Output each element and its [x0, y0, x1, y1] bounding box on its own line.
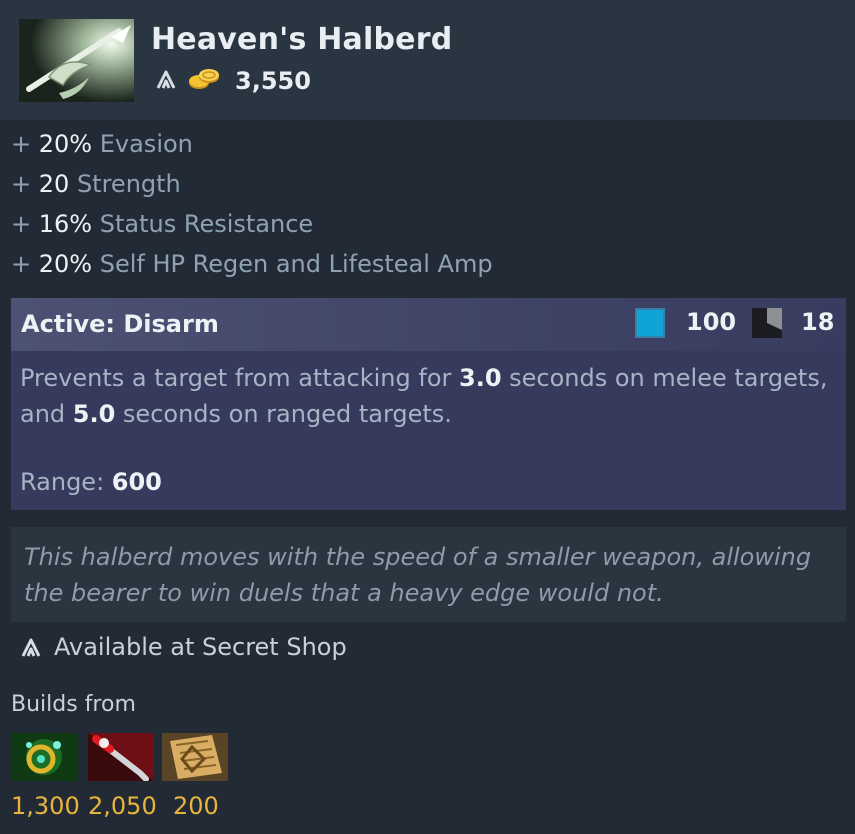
active-ability-range: Range: 600	[20, 468, 162, 496]
active-ability-header: Active: Disarm 100 18	[11, 298, 846, 351]
stat-strength: + 20 Strength	[11, 167, 493, 207]
gold-coins-icon	[187, 66, 221, 96]
range-value: 600	[111, 468, 162, 496]
component-recipe[interactable]	[162, 733, 228, 781]
item-header: Heaven's Halberd 3,550	[0, 0, 855, 120]
recipe-scroll-icon	[162, 733, 228, 781]
stat-label: Self HP Regen and Lifesteal Amp	[99, 250, 493, 278]
cooldown-value: 18	[801, 308, 835, 336]
mana-cost-icon	[635, 308, 665, 338]
stat-plus: +	[11, 130, 32, 158]
ranged-duration: 5.0	[72, 400, 116, 428]
stat-hp-regen-lifesteal-amp: + 20% Self HP Regen and Lifesteal Amp	[11, 247, 493, 287]
secret-shop-icon	[20, 636, 42, 658]
component-price-sange: 2,050	[88, 792, 157, 820]
heavens-halberd-icon	[19, 19, 134, 102]
cooldown-icon	[752, 308, 782, 338]
component-price-talisman: 1,300	[11, 792, 80, 820]
talisman-of-evasion-icon	[11, 733, 77, 781]
stat-plus: +	[11, 210, 32, 238]
stat-list: + 20% Evasion + 20 Strength + 16% Status…	[11, 127, 493, 287]
active-ability-title: Active: Disarm	[21, 310, 219, 338]
stat-label: Status Resistance	[99, 210, 314, 238]
mana-cost-value: 100	[686, 308, 737, 336]
melee-duration: 3.0	[459, 364, 502, 392]
item-cost: 3,550	[155, 64, 311, 98]
shop-availability: Available at Secret Shop	[20, 633, 347, 661]
stat-label: Evasion	[99, 130, 193, 158]
component-sange[interactable]	[88, 733, 154, 781]
item-title: Heaven's Halberd	[151, 22, 453, 57]
desc-text: seconds on ranged targets.	[115, 400, 452, 428]
stat-plus: +	[11, 170, 32, 198]
stat-value: 20%	[38, 130, 93, 158]
secret-shop-icon	[155, 68, 177, 94]
active-ability-panel: Active: Disarm 100 18 Prevents a target …	[11, 298, 846, 510]
stat-evasion: + 20% Evasion	[11, 127, 493, 167]
stat-label: Strength	[76, 170, 181, 198]
active-ability-description: Prevents a target from attacking for 3.0…	[20, 360, 830, 432]
component-talisman-of-evasion[interactable]	[11, 733, 77, 781]
range-label: Range:	[20, 468, 112, 496]
lore-text: This halberd moves with the speed of a s…	[24, 543, 812, 607]
component-price-recipe: 200	[173, 792, 219, 820]
item-cost-value: 3,550	[235, 67, 311, 95]
lore-panel: This halberd moves with the speed of a s…	[11, 527, 846, 622]
desc-text: Prevents a target from attacking for	[20, 364, 459, 392]
stat-value: 20%	[38, 250, 93, 278]
stat-value: 16%	[38, 210, 93, 238]
stat-value: 20	[38, 170, 70, 198]
shop-availability-text: Available at Secret Shop	[54, 633, 347, 661]
sange-icon	[88, 733, 154, 781]
builds-from-label: Builds from	[11, 692, 136, 717]
stat-plus: +	[11, 250, 32, 278]
stat-status-resistance: + 16% Status Resistance	[11, 207, 493, 247]
